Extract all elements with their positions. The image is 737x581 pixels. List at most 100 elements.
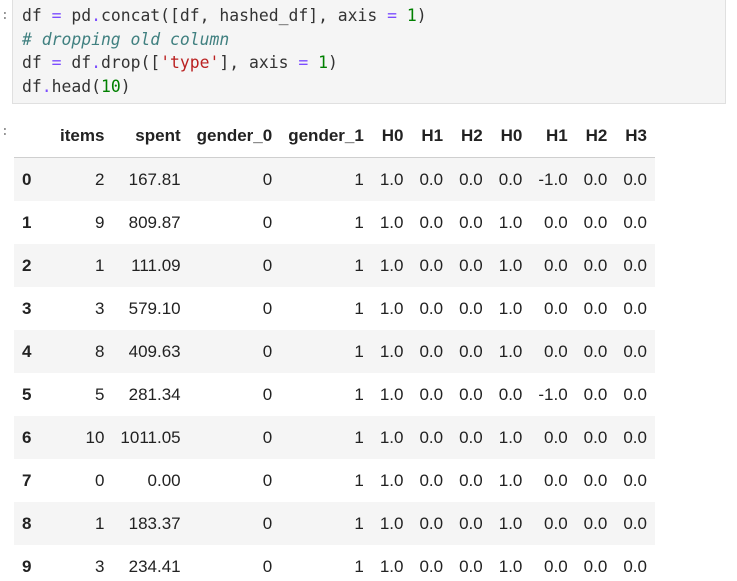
table-cell: 167.81 — [128, 169, 181, 189]
table-row: 6 10 1011.05 0 1 1.0 0.0 0.0 1.0 0.0 0.0 0.0 — [14, 416, 655, 459]
column-header: H1 — [530, 115, 576, 158]
table-row: 8 1 183.37 0 1 1.0 0.0 0.0 1.0 0.0 0.0 0.0 — [14, 502, 655, 545]
table-cell: 0.0 — [544, 427, 568, 447]
table-cell: 0.0 — [583, 212, 608, 232]
row-index: 1 — [22, 212, 32, 232]
row-index: 9 — [22, 556, 32, 576]
row-index: 6 — [22, 427, 32, 447]
table-cell: 281.34 — [128, 384, 181, 404]
dataframe-table: items spent gender_0 gender_1 H0 H1 H2 H0 H1 H2 H3… — [14, 115, 655, 581]
table-cell: 0.0 — [419, 513, 444, 533]
table-cell: 0.0 — [419, 427, 444, 447]
table-cell: 1.0 — [379, 298, 404, 318]
table-cell: 1.0 — [379, 341, 404, 361]
output-prompt: : — [1, 124, 9, 139]
table-cell: 0 — [262, 341, 273, 361]
table-cell: 0.0 — [459, 212, 483, 232]
table-cell: 0 — [262, 384, 273, 404]
column-header: H2 — [451, 115, 491, 158]
table-row: 2 1 111.09 0 1 1.0 0.0 0.0 1.0 0.0 0.0 0.0 — [14, 244, 655, 287]
table-cell: 183.37 — [128, 513, 181, 533]
input-prompt: : — [1, 8, 9, 23]
table-cell: 1.0 — [498, 513, 523, 533]
table-cell: 0.0 — [544, 255, 568, 275]
code-line-2: # dropping old column — [22, 29, 230, 49]
table-cell: 2 — [94, 169, 105, 189]
code-editor[interactable]: df = pd.concat([df, hashed_df], axis = 1… — [22, 4, 427, 98]
table-cell: 0.0 — [419, 341, 444, 361]
table-cell: 0 — [262, 427, 273, 447]
table-cell: 1.0 — [498, 298, 523, 318]
table-cell: 1.0 — [498, 470, 523, 490]
table-cell: 1 — [354, 384, 364, 404]
column-header: H2 — [575, 115, 616, 158]
code-cell[interactable]: df = pd.concat([df, hashed_df], axis = 1… — [12, 0, 726, 104]
table-row: 5 5 281.34 0 1 1.0 0.0 0.0 0.0 -1.0 0.0 0.0 — [14, 373, 655, 416]
table-cell: 1.0 — [379, 427, 404, 447]
table-cell: 0.0 — [583, 513, 608, 533]
table-cell: 0.0 — [583, 470, 608, 490]
table-cell: 0.0 — [623, 427, 647, 447]
table-cell: 809.87 — [128, 212, 181, 232]
table-cell: 0.0 — [419, 556, 444, 576]
column-header: H0 — [490, 115, 531, 158]
table-cell: 3 — [94, 298, 105, 318]
table-cell: 0.0 — [623, 169, 647, 189]
table-cell: 0.0 — [459, 255, 483, 275]
table-cell: 0.0 — [419, 169, 444, 189]
table-cell: 1 — [354, 427, 364, 447]
table-cell: 0.0 — [419, 470, 444, 490]
table-cell: 0.0 — [459, 427, 483, 447]
table-cell: 111.09 — [131, 255, 181, 275]
table-cell: 0 — [262, 470, 273, 490]
table-row: 3 3 579.10 0 1 1.0 0.0 0.0 1.0 0.0 0.0 0.0 — [14, 287, 655, 330]
table-cell: 5 — [94, 384, 105, 404]
table-cell: 409.63 — [128, 341, 181, 361]
table-cell: 1.0 — [379, 255, 404, 275]
column-header: H3 — [615, 115, 655, 158]
table-cell: 1 — [354, 513, 364, 533]
table-cell: 0 — [262, 255, 273, 275]
table-cell: 0.0 — [419, 255, 444, 275]
table-cell: 1.0 — [379, 212, 404, 232]
row-index: 3 — [22, 298, 32, 318]
table-cell: 0.0 — [459, 556, 483, 576]
table-cell: 0.0 — [583, 298, 608, 318]
table-cell: 0.0 — [459, 470, 483, 490]
table-cell: 0.0 — [544, 556, 568, 576]
table-cell: 0.0 — [419, 384, 444, 404]
table-cell: 0 — [262, 169, 273, 189]
table-cell: 1 — [94, 255, 105, 275]
table-cell: -1.0 — [538, 169, 568, 189]
table-cell: 1.0 — [498, 427, 523, 447]
table-cell: 0.0 — [583, 556, 608, 576]
table-cell: 0.0 — [544, 341, 568, 361]
table-cell: 9 — [94, 212, 105, 232]
table-cell: 1 — [354, 169, 364, 189]
table-cell: 0.0 — [498, 169, 523, 189]
table-cell: 0.0 — [623, 212, 647, 232]
table-cell: 0.0 — [459, 169, 483, 189]
table-cell: 1.0 — [379, 470, 404, 490]
table-cell: 0.0 — [583, 427, 608, 447]
table-cell: 0.0 — [459, 298, 483, 318]
table-cell: 0.0 — [419, 298, 444, 318]
row-index: 7 — [22, 470, 32, 490]
table-row: 4 8 409.63 0 1 1.0 0.0 0.0 1.0 0.0 0.0 0.0 — [14, 330, 655, 373]
code-line-1: df = pd.concat([df, hashed_df], axis = 1… — [22, 6, 427, 25]
table-cell: 0.0 — [623, 556, 647, 576]
table-cell: 0.0 — [623, 513, 647, 533]
table-cell: 1.0 — [379, 169, 404, 189]
table-cell: 8 — [94, 341, 105, 361]
row-index: 4 — [22, 341, 32, 361]
table-cell: 0.0 — [419, 212, 444, 232]
index-header — [14, 115, 52, 158]
table-cell: 1 — [94, 513, 105, 533]
table-cell: 0.0 — [459, 341, 483, 361]
table-body: 0 2 167.81 0 1 1.0 0.0 0.0 0.0 -1.0 0.0 0.0 1 9 809.87… — [14, 157, 655, 581]
table-cell: 1 — [354, 470, 364, 490]
column-header: H1 — [411, 115, 452, 158]
table-cell: 1 — [354, 255, 364, 275]
table-row: 9 3 234.41 0 1 1.0 0.0 0.0 1.0 0.0 0.0 0.0 — [14, 545, 655, 581]
table-cell: 0.0 — [623, 341, 647, 361]
